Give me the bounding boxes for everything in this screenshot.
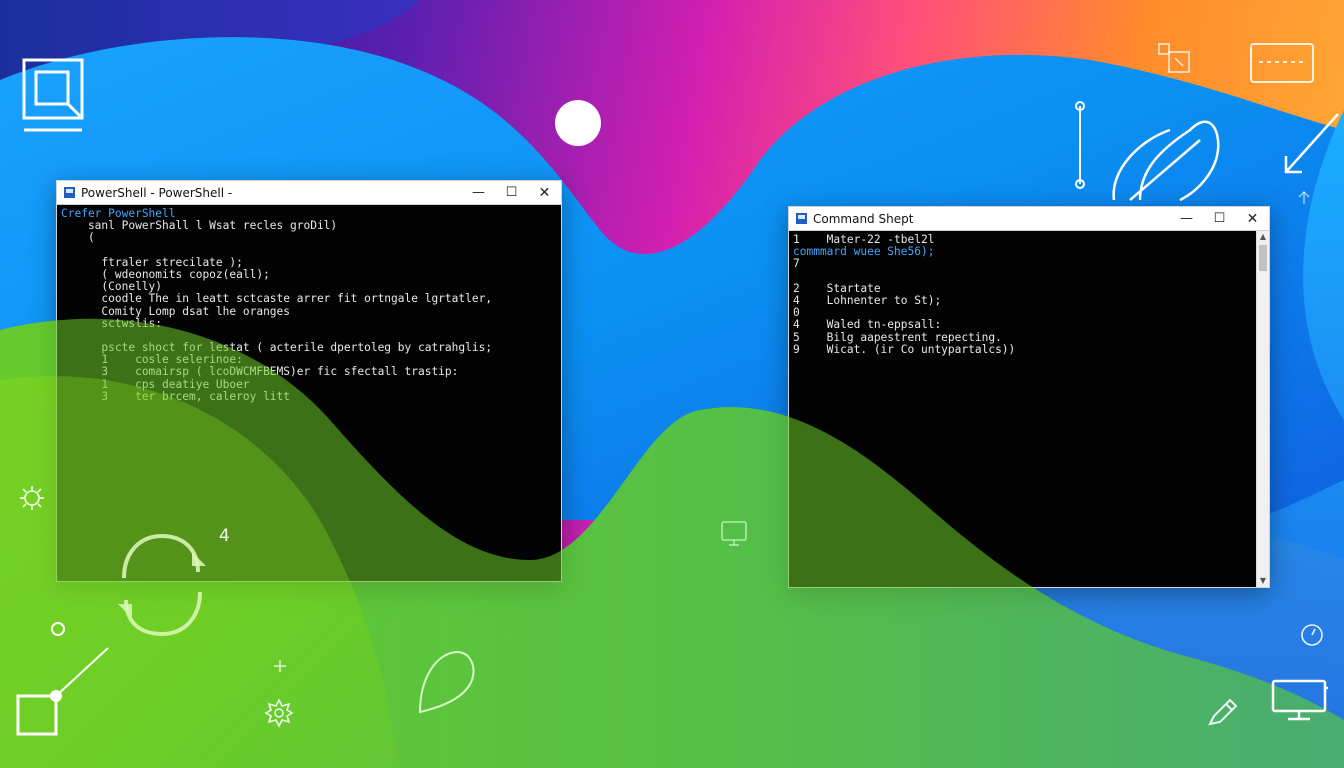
window-icon: [1250, 43, 1314, 83]
console-line: (: [61, 231, 95, 245]
close-button[interactable]: ✕: [1236, 211, 1269, 227]
console-line: coodle The in leatt sctcaste arrer fit o…: [61, 292, 493, 306]
console-line: Comity Lomp dsat lhe oranges: [61, 304, 291, 318]
frame-icon: [22, 58, 84, 132]
console-line: commmard wuee She56);: [793, 245, 935, 259]
command-console-output[interactable]: 1 Mater-22 -tbel2l commmard wuee She56); 7…: [789, 231, 1257, 587]
console-line: sctwslis:: [61, 316, 163, 330]
leaf-icon: [418, 650, 475, 714]
powershell-console-output[interactable]: Crefer PowerShell sanl PowerShall l Wsat…: [57, 205, 561, 581]
console-line: 4 Waled tn-eppsall:: [793, 318, 942, 332]
command-window[interactable]: Command Shept — ☐ ✕ 1 Mater-22 -tbel2l co…: [788, 206, 1270, 588]
console-line: 9 Wicat. (ir Co untypartalcs)): [793, 342, 1016, 356]
powershell-titlebar[interactable]: PowerShell - PowerShell - — ☐ ✕: [57, 181, 561, 205]
console-line: 7: [793, 257, 800, 271]
console-line: 3 comairsp ( lcoDWCMFBEMS)er fic sfectal…: [61, 365, 459, 379]
command-app-icon: [796, 213, 807, 224]
badge-number: 4: [219, 526, 230, 546]
monitor-icon: [721, 521, 747, 546]
powershell-window[interactable]: PowerShell - PowerShell - — ☐ ✕ Crefer P…: [56, 180, 562, 582]
console-line: 3 ter brcem, caleroy litt: [61, 389, 291, 403]
powershell-app-icon: [64, 187, 75, 198]
console-line: sanl PowerShall l Wsat recles groDil): [61, 219, 338, 233]
display-icon: [1271, 679, 1328, 721]
command-scrollbar[interactable]: ▲ ▼: [1256, 231, 1269, 587]
scroll-thumb[interactable]: [1259, 245, 1267, 271]
minimize-button[interactable]: —: [1170, 211, 1203, 226]
plus-icon: [274, 660, 286, 672]
powershell-window-title: PowerShell - PowerShell -: [81, 185, 233, 200]
console-line: 4 Lohnenter to St);: [793, 293, 942, 307]
close-button[interactable]: ✕: [528, 185, 561, 201]
small-arrow-icon: [1298, 190, 1310, 204]
pen-icon: [1208, 698, 1238, 726]
command-titlebar[interactable]: Command Shept — ☐ ✕: [789, 207, 1269, 231]
scroll-up-arrow-icon[interactable]: ▲: [1257, 231, 1269, 243]
grid-icon: [1158, 43, 1190, 73]
console-line: 5 Bilg aapestrent repecting.: [793, 330, 1002, 344]
console-line: 1 cps deatiye Uboer: [61, 377, 250, 391]
node-link-icon: [16, 622, 109, 736]
refresh-cycle-icon: [118, 533, 206, 637]
command-window-title: Command Shept: [813, 211, 914, 226]
rocket-outline-icon: [1075, 101, 1220, 202]
scroll-down-arrow-icon[interactable]: ▼: [1257, 575, 1269, 587]
maximize-button[interactable]: ☐: [1203, 211, 1236, 226]
minimize-button[interactable]: —: [462, 185, 495, 200]
maximize-button[interactable]: ☐: [495, 185, 528, 200]
clock-icon: [1301, 624, 1323, 646]
arrow-icon: [1284, 113, 1339, 174]
bug-icon: [20, 486, 44, 510]
gear-icon: [264, 698, 294, 728]
